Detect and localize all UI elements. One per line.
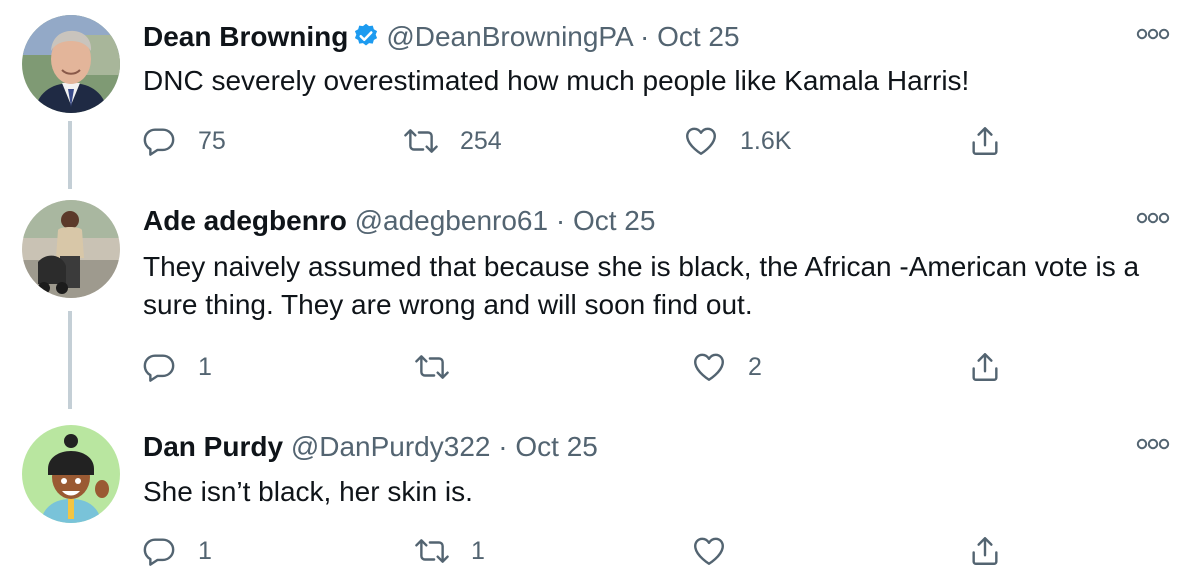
share-button[interactable] [968, 347, 1002, 387]
reply-button[interactable]: 1 [142, 347, 212, 387]
tweet-date[interactable]: Oct 25 [573, 205, 655, 236]
heart-icon [684, 124, 718, 158]
avatar[interactable] [22, 15, 120, 113]
reply-icon [142, 124, 176, 158]
like-button[interactable] [692, 531, 748, 571]
author-handle[interactable]: @adegbenro61 [355, 205, 548, 236]
retweet-button[interactable]: 254 [404, 121, 502, 161]
retweet-icon [415, 534, 449, 568]
reply-count: 75 [198, 126, 226, 155]
like-button[interactable]: 2 [692, 347, 762, 387]
heart-icon [692, 350, 726, 384]
reply-icon [142, 534, 176, 568]
reply-count: 1 [198, 536, 212, 565]
tweet-header: Dan Purdy @DanPurdy322 · Oct 25 [143, 429, 598, 465]
like-count: 2 [748, 352, 762, 381]
more-icon[interactable] [1136, 437, 1170, 451]
like-count: 1.6K [740, 126, 792, 155]
retweet-button[interactable] [415, 347, 471, 387]
more-icon[interactable] [1136, 27, 1170, 41]
tweet-header: Ade adegbenro @adegbenro61 · Oct 25 [143, 203, 655, 239]
tweet-header: Dean Browning @DeanBrowningPA · Oct 25 [143, 19, 740, 59]
retweet-icon [404, 124, 438, 158]
like-button[interactable]: 1.6K [684, 121, 791, 161]
heart-icon [692, 534, 726, 568]
avatar[interactable] [22, 200, 120, 298]
reply-button[interactable]: 75 [142, 121, 226, 161]
tweet-actions: 1 2 [0, 347, 1200, 387]
tweet-text: She isn’t black, her skin is. [143, 476, 473, 507]
author-name[interactable]: Dean Browning [143, 21, 348, 52]
tweet[interactable]: Dan Purdy @DanPurdy322 · Oct 25 She isn’… [0, 415, 1200, 582]
author-handle[interactable]: @DeanBrowningPA [386, 21, 632, 52]
tweet-text: They naively assumed that because she is… [143, 251, 1140, 320]
tweet[interactable]: Ade adegbenro @adegbenro61 · Oct 25 They… [0, 195, 1200, 415]
retweet-count: 1 [471, 536, 485, 565]
retweet-count: 254 [460, 126, 502, 155]
separator-dot: · [498, 431, 508, 462]
reply-count: 1 [198, 352, 212, 381]
verified-badge-icon [352, 22, 380, 59]
separator-dot: · [555, 205, 566, 236]
author-name[interactable]: Ade adegbenro [143, 205, 347, 236]
retweet-button[interactable]: 1 [415, 531, 485, 571]
share-button[interactable] [968, 121, 1002, 161]
tweet-text: DNC severely overestimated how much peop… [143, 65, 970, 96]
share-icon [968, 350, 1002, 384]
retweet-icon [415, 350, 449, 384]
tweet-actions: 75 254 1.6K [0, 121, 1200, 161]
tweet-actions: 1 1 [0, 531, 1200, 571]
reply-button[interactable]: 1 [142, 531, 212, 571]
share-icon [968, 534, 1002, 568]
tweet-date[interactable]: Oct 25 [657, 21, 739, 52]
separator-dot: · [639, 21, 650, 52]
tweet[interactable]: Dean Browning @DeanBrowningPA · Oct 25 DN… [0, 0, 1200, 195]
avatar[interactable] [22, 425, 120, 523]
reply-icon [142, 350, 176, 384]
author-handle[interactable]: @DanPurdy322 [291, 431, 491, 462]
share-icon [968, 124, 1002, 158]
more-icon[interactable] [1136, 211, 1170, 225]
tweet-date[interactable]: Oct 25 [515, 431, 597, 462]
share-button[interactable] [968, 531, 1002, 571]
author-name[interactable]: Dan Purdy [143, 431, 283, 462]
